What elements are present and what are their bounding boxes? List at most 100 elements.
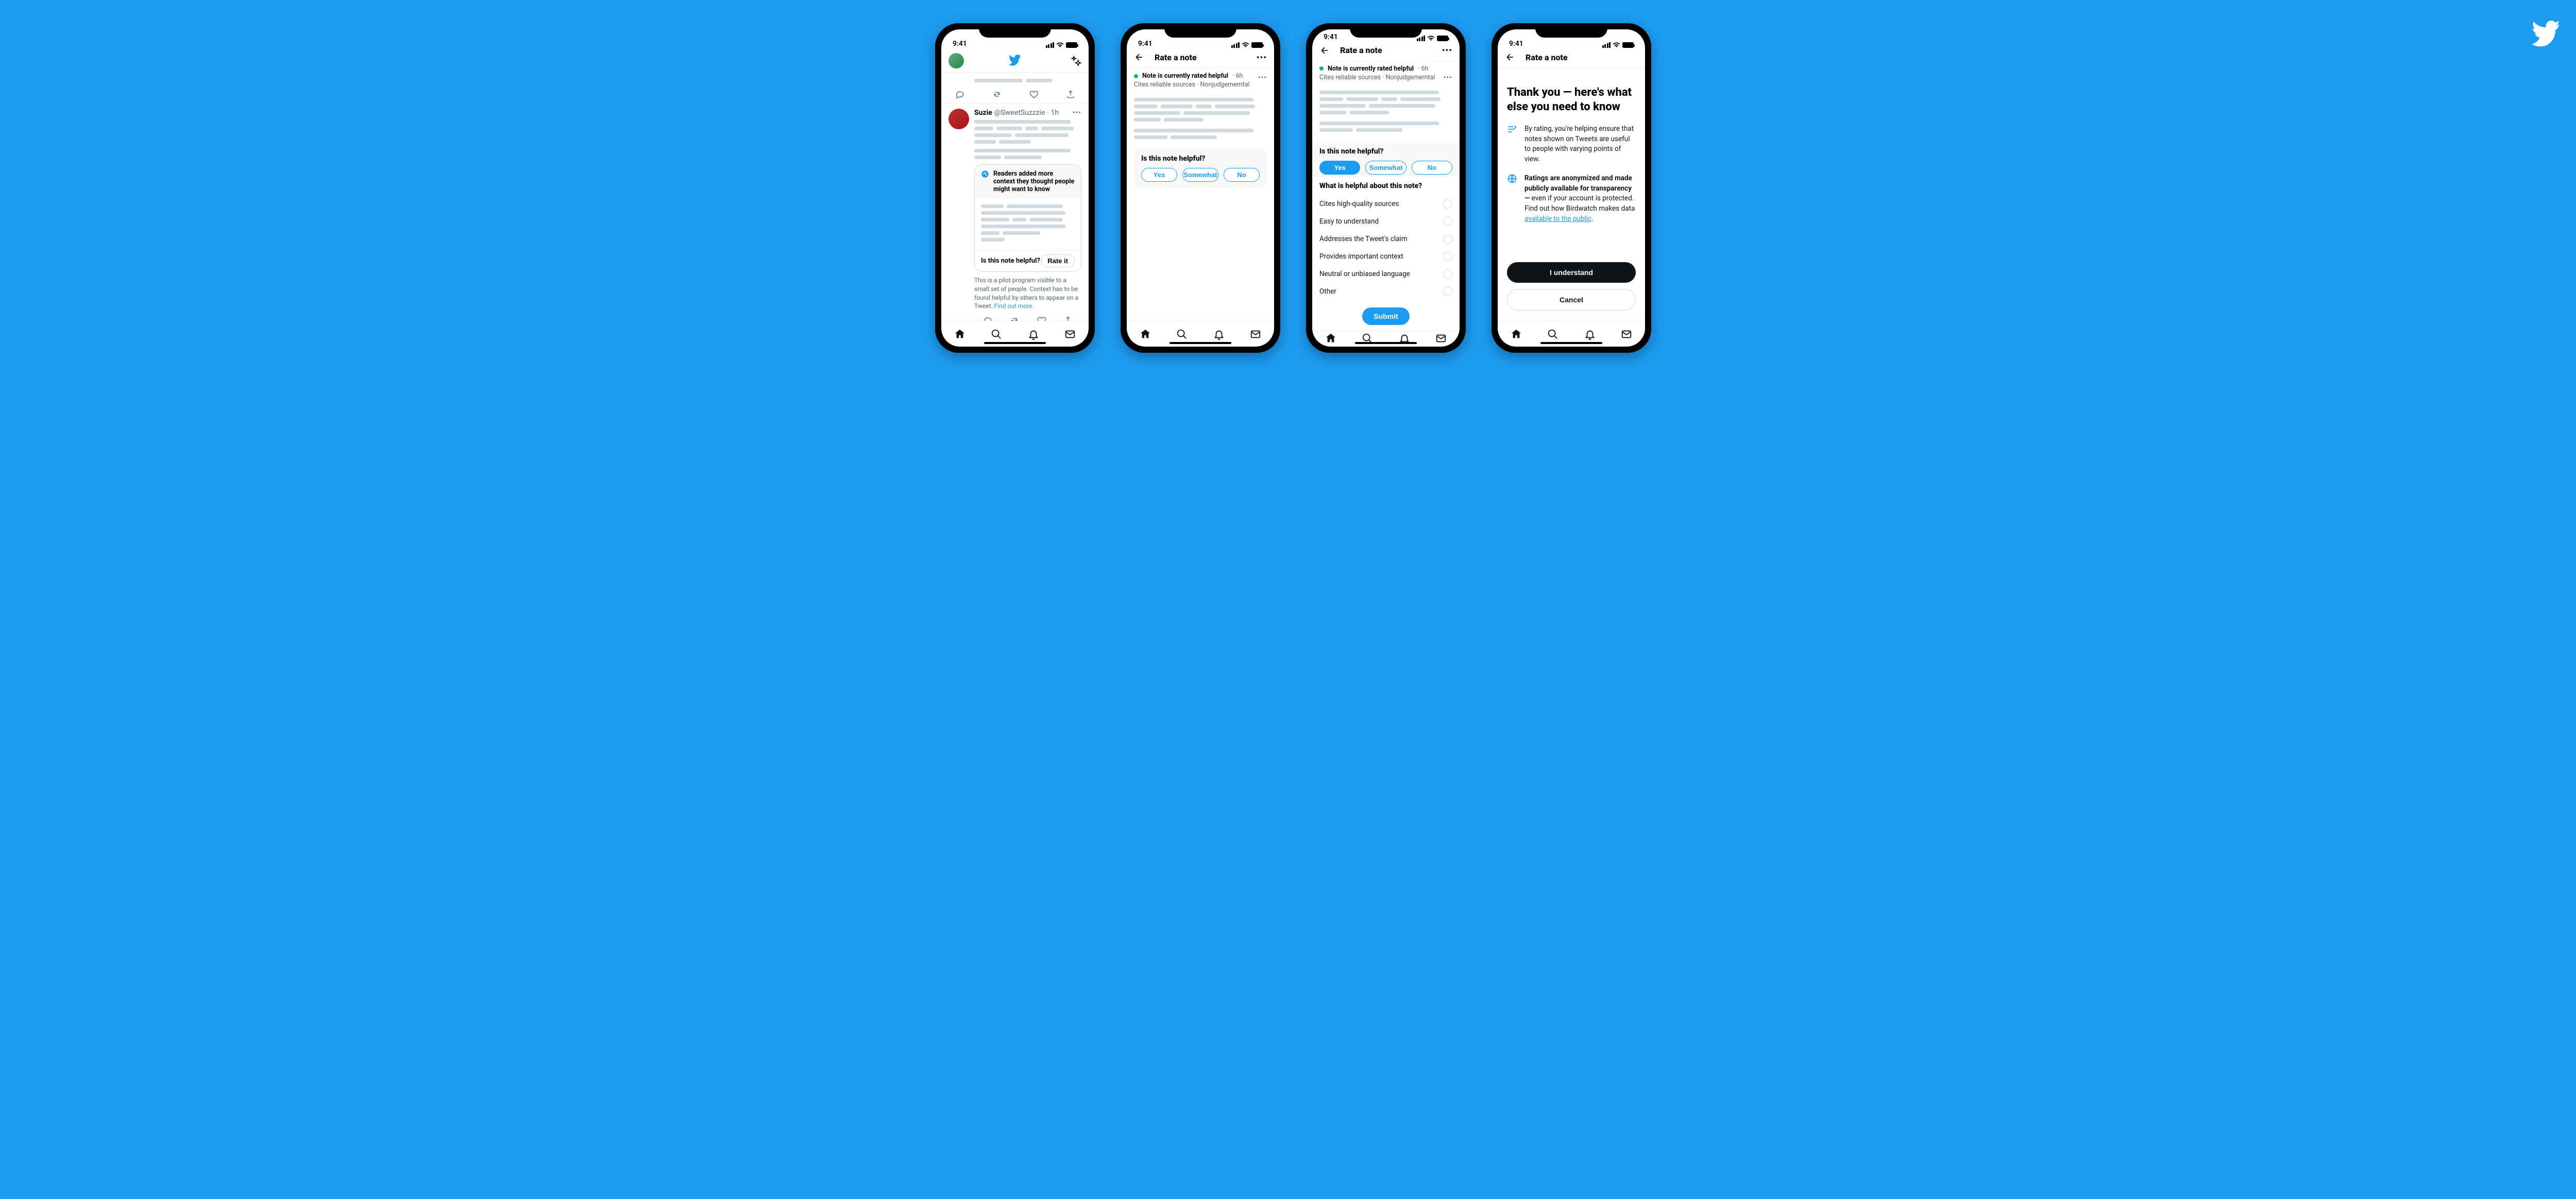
answer-somewhat[interactable]: Somewhat [1365,161,1406,175]
note-menu-icon[interactable]: ••• [1258,74,1267,82]
thank-you-para-2: Ratings are anonymized and made publicly… [1524,174,1636,224]
tweet-actions-row [941,85,1089,103]
twitter-logo-icon [1009,55,1021,67]
share-icon[interactable] [1066,90,1075,99]
home-tab-icon[interactable] [1140,329,1151,340]
screen-title: Rate a note [1155,53,1197,62]
share-icon[interactable] [1063,316,1073,321]
phone-mockup-3: 9:41 Rate a note ••• Note is currently r… [1306,23,1466,353]
available-public-link[interactable]: available to the public [1524,215,1591,223]
note-meta: Cites reliable sources · Nonjudgememtal [1127,80,1274,91]
submit-button[interactable]: Submit [1362,307,1409,325]
more-menu-icon[interactable]: ••• [1257,53,1267,62]
battery-icon [1251,42,1263,48]
home-tab-icon[interactable] [954,329,965,340]
tweet-time: · 1h [1047,109,1059,117]
option-addresses-claim[interactable]: Addresses the Tweet's claim [1319,230,1452,248]
note-menu-icon[interactable]: ••• [1444,74,1452,82]
search-tab-icon[interactable] [1176,329,1188,340]
option-easy-understand[interactable]: Easy to understand [1319,213,1452,230]
back-arrow-icon[interactable] [1505,52,1515,62]
answer-yes-selected[interactable]: Yes [1319,161,1360,175]
home-indicator [984,342,1046,344]
battery-icon [1066,42,1077,48]
rate-note-header: Rate a note [1498,49,1645,67]
helpful-question-box: Is this note helpful? Yes Somewhat No [1134,148,1267,188]
battery-icon [1622,42,1634,48]
messages-tab-icon[interactable] [1621,329,1632,340]
checkbox-icon [1443,199,1452,209]
messages-tab-icon[interactable] [1064,329,1076,340]
find-out-more-link[interactable]: Find out more [994,302,1032,310]
cancel-button[interactable]: Cancel [1507,289,1636,311]
avatar-suzie[interactable] [948,109,969,129]
home-indicator [1170,342,1231,344]
checkbox-icon [1443,234,1452,244]
home-tab-icon[interactable] [1511,329,1522,340]
phone-mockup-2: 9:41 Rate a note ••• Note is currently r… [1121,23,1280,353]
understand-button[interactable]: I understand [1507,262,1636,283]
profile-avatar[interactable] [948,53,964,68]
phone-mockup-1: 9:41 [935,23,1095,353]
reply-icon[interactable] [955,90,964,99]
retweet-icon[interactable] [992,90,1002,99]
signal-icon [1231,42,1240,48]
signal-icon [1046,42,1055,48]
pilot-disclaimer: This is a pilot program visible to a sma… [974,276,1081,311]
thank-you-title: Thank you — here's what else you need to… [1507,85,1636,114]
status-time: 9:41 [1138,40,1153,48]
screen-title: Rate a note [1340,45,1382,55]
signal-icon [1417,36,1426,41]
sparkle-icon[interactable] [1070,55,1081,66]
bottom-nav [1312,330,1460,347]
checkbox-icon [1443,287,1452,296]
notifications-tab-icon[interactable] [1213,329,1225,340]
battery-icon [1437,36,1448,41]
note-status-time: · 6h [1232,72,1243,80]
back-arrow-icon[interactable] [1319,45,1330,56]
answer-no[interactable]: No [1224,168,1260,182]
helpful-question: Is this note helpful? [1319,147,1452,156]
checklist-icon [1507,124,1517,164]
note-status-row: Note is currently rated helpful · 6h [1312,61,1460,73]
wifi-icon [1427,36,1435,41]
helpful-detail-question: What is helpful about this note? [1319,182,1452,190]
checkbox-icon [1443,252,1452,261]
search-tab-icon[interactable] [991,329,1002,340]
home-indicator [1540,342,1602,344]
retweet-icon[interactable] [1009,316,1020,321]
search-tab-icon[interactable] [1547,329,1558,340]
option-cites-sources[interactable]: Cites high-quality sources [1319,195,1452,213]
answer-yes[interactable]: Yes [1141,168,1177,182]
home-indicator [1355,342,1417,344]
answer-somewhat[interactable]: Somewhat [1182,168,1218,182]
wifi-icon [1056,42,1064,48]
screen-title: Rate a note [1526,53,1568,62]
note-status-label: Note is currently rated helpful [1142,72,1228,80]
like-icon[interactable] [1029,90,1039,99]
home-tab-icon[interactable] [1325,333,1336,344]
notifications-tab-icon[interactable] [1584,329,1596,340]
option-neutral-language[interactable]: Neutral or unbiased language [1319,265,1452,283]
answer-no[interactable]: No [1412,161,1452,175]
context-icon [981,170,989,178]
rate-it-button[interactable]: Rate it [1041,254,1075,267]
signal-icon [1602,42,1611,48]
phone-mockup-4: 9:41 Rate a note Thank you — here's what… [1492,23,1651,353]
more-menu-icon[interactable]: ••• [1442,45,1452,55]
note-status-row: Note is currently rated helpful · 6h [1127,68,1274,80]
thank-you-para-1: By rating, you're helping ensure that no… [1524,124,1636,164]
option-other[interactable]: Other [1319,283,1452,300]
status-bar: 9:41 [1127,29,1274,49]
messages-tab-icon[interactable] [1250,329,1261,340]
like-icon[interactable] [1037,316,1046,321]
messages-tab-icon[interactable] [1435,333,1447,344]
reply-icon[interactable] [983,316,992,321]
tweet-suzie[interactable]: Suzie @SweetSuzzzie · 1h ••• [941,104,1089,321]
checkbox-icon [1443,217,1452,226]
tweet-menu-icon[interactable]: ••• [1073,109,1081,117]
notifications-tab-icon[interactable] [1028,329,1039,340]
globe-icon [1507,174,1517,224]
option-important-context[interactable]: Provides important context [1319,248,1452,265]
back-arrow-icon[interactable] [1134,52,1144,62]
